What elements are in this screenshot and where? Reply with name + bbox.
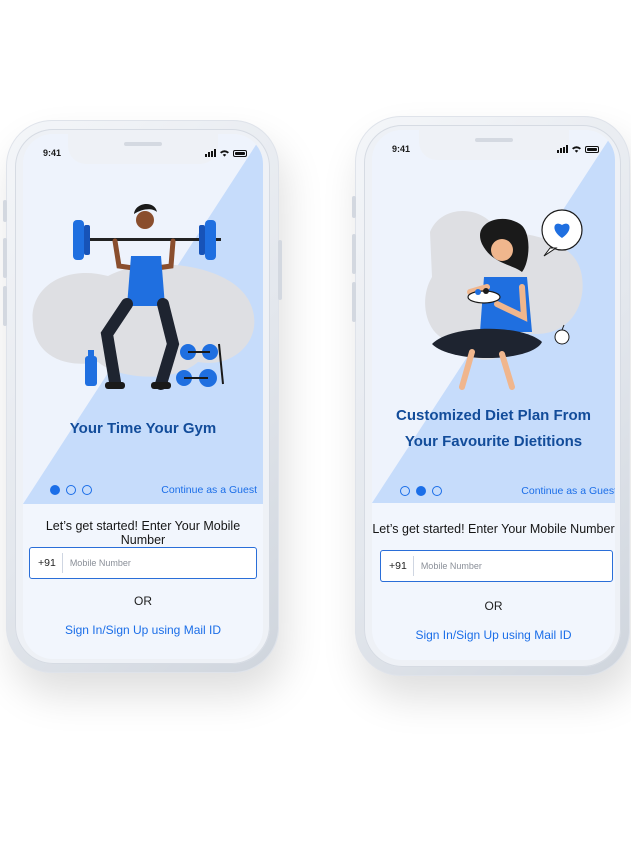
mobile-number-input[interactable]: Mobile Number: [63, 558, 131, 568]
pagination-dots: [50, 485, 92, 495]
battery-icon: [585, 145, 599, 153]
onboarding-title-line: Your Favourite Dietitions: [404, 433, 583, 450]
mobile-prompt: Let’s get started! Enter Your Mobile Num…: [45, 519, 241, 547]
side-button: [3, 238, 7, 278]
battery-icon: [233, 149, 247, 157]
onboarding-hero: 9:41 Your Time Your Gym Continue as a Gu…: [23, 134, 263, 504]
side-button: [3, 200, 7, 222]
app-screen: 9:41 Your Time Your Gym Continue as a Gu…: [23, 134, 263, 659]
onboarding-title-line: Your Time Your Gym: [69, 420, 217, 437]
onboarding-title: Customized Diet Plan From Your Favourite…: [372, 403, 615, 455]
side-button: [3, 286, 7, 326]
status-icons: [557, 145, 599, 153]
or-divider: OR: [134, 594, 152, 608]
page-dot[interactable]: [400, 486, 410, 496]
page-dot[interactable]: [432, 486, 442, 496]
onboarding-title: Your Time Your Gym: [23, 416, 263, 442]
mail-sign-in-link[interactable]: Sign In/Sign Up using Mail ID: [23, 623, 263, 637]
cellular-signal-icon: [557, 145, 568, 153]
speaker-grille: [474, 138, 513, 142]
status-time: 9:41: [392, 144, 411, 154]
continue-as-guest-link[interactable]: Continue as a Guest: [521, 485, 615, 497]
phone-mockup-right: 9:41 Customized Diet Plan From Your Favo…: [352, 116, 630, 676]
continue-as-guest-link[interactable]: Continue as a Guest: [161, 484, 257, 496]
or-divider: OR: [484, 599, 503, 613]
page-dot[interactable]: [66, 485, 76, 495]
phone-notch: [418, 130, 569, 160]
page-dot-active[interactable]: [50, 485, 60, 495]
app-screen: 9:41 Customized Diet Plan From Your Favo…: [372, 130, 615, 660]
side-button: [352, 196, 356, 218]
onboarding-hero: 9:41 Customized Diet Plan From Your Favo…: [372, 130, 615, 503]
wifi-icon: [220, 150, 229, 157]
country-code[interactable]: +91: [30, 553, 63, 573]
mobile-number-field[interactable]: +91 Mobile Number: [380, 550, 613, 582]
onboarding-title-line: Customized Diet Plan From: [395, 407, 592, 424]
status-time: 9:41: [43, 148, 62, 158]
weightlifter-illustration: [32, 203, 255, 390]
mail-sign-in-link[interactable]: Sign In/Sign Up using Mail ID: [372, 628, 615, 642]
cellular-signal-icon: [205, 149, 216, 157]
wifi-icon: [572, 146, 581, 153]
pagination-dots: [400, 486, 442, 496]
side-button: [352, 282, 356, 322]
speaker-grille: [124, 142, 162, 146]
side-button: [278, 240, 282, 300]
mobile-number-input[interactable]: Mobile Number: [414, 561, 482, 571]
mobile-number-field[interactable]: +91 Mobile Number: [29, 547, 257, 579]
mobile-prompt: Let’s get started! Enter Your Mobile Num…: [372, 522, 615, 536]
page-dot[interactable]: [82, 485, 92, 495]
phone-notch: [68, 134, 218, 164]
country-code[interactable]: +91: [381, 556, 414, 576]
side-button: [352, 234, 356, 274]
status-icons: [205, 149, 247, 157]
page-dot-active[interactable]: [416, 486, 426, 496]
phone-mockup-left: 9:41 Your Time Your Gym Continue as a Gu…: [3, 120, 282, 673]
